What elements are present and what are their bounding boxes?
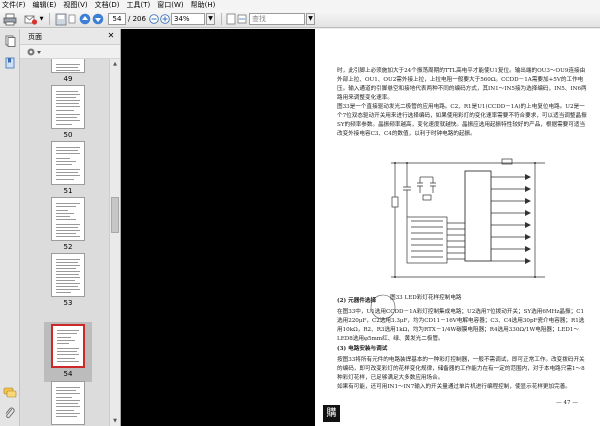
scrollbar-thumb[interactable] <box>111 197 119 233</box>
page-number-input[interactable]: 54 <box>108 13 126 25</box>
thumbnail-50[interactable]: 50 <box>48 85 88 139</box>
paragraph-4: 按图33将所有元件的电路装焊基本的一种彩灯控制器，一般不需调试，即可正常工作。改… <box>337 357 585 381</box>
paragraph-5: 如果有可能，还可用IN1～IN7输入的开关量通过单片机进行编程控制，使显示花样更… <box>337 384 571 390</box>
email-button[interactable] <box>24 12 38 26</box>
paragraph-2: 图33是一个直接驱动发光二极管的应用电路。C2、R1是U1(CCDD－1A)的上… <box>337 104 587 137</box>
thumbnail-51[interactable]: 51 <box>48 141 88 195</box>
next-page-button[interactable] <box>92 12 104 26</box>
find-input[interactable]: 查找 <box>249 13 305 25</box>
attachments-icon[interactable] <box>3 407 17 419</box>
paragraph-3: 在图33中，U1选用CCDD－1A彩灯控制集成电路；U2选用7位拨动开关；SY选… <box>337 309 585 342</box>
thumbnail-image <box>51 197 85 241</box>
thumbnail-label: 53 <box>63 299 73 307</box>
document-background <box>121 29 315 426</box>
zoom-in-icon <box>160 14 170 24</box>
thumbnail-52[interactable]: 52 <box>48 197 88 251</box>
nav-up-icon <box>79 13 91 25</box>
menu-help[interactable]: 帮助(H) <box>191 0 216 10</box>
menu-view[interactable]: 视图(V) <box>63 0 87 10</box>
thumbnail-image <box>51 253 85 297</box>
thumb-button[interactable] <box>68 12 76 26</box>
scroll-down-icon[interactable]: ▼ <box>111 417 119 425</box>
thumbnail-label: 52 <box>63 243 73 251</box>
thumbnail-image <box>51 59 85 73</box>
save-button[interactable] <box>54 12 68 26</box>
zoom-level-input[interactable]: 34% <box>171 13 205 25</box>
page-number: — 47 — <box>556 400 578 406</box>
thumbnail-list: 49 50 51 52 53 54 <box>20 59 110 426</box>
save-icon <box>55 13 67 25</box>
page-total-label: / 206 <box>128 15 146 23</box>
menu-document[interactable]: 文档(D) <box>95 0 120 10</box>
thumbnail-54[interactable]: 54 <box>48 324 88 378</box>
options-icon[interactable] <box>26 47 42 57</box>
email-dropdown[interactable]: ▼ <box>38 12 45 26</box>
thumbnail-image <box>51 85 85 129</box>
fit-page-icon <box>226 13 236 25</box>
thumbnail-image <box>51 324 85 368</box>
zoom-dropdown[interactable]: ▼ <box>206 13 215 25</box>
thumbnail-55[interactable]: 55 <box>48 381 88 426</box>
paragraph-1: 时，此引脚上必须施加大于24个振荡周期的TTL高电平才能使U1复位。输出端的OU… <box>337 68 587 101</box>
menu-file[interactable]: 文件(F) <box>2 0 26 10</box>
thumbnail-image <box>51 381 85 425</box>
thumbnail-scrollbar[interactable]: ▲ ▼ <box>109 59 120 426</box>
comments-icon[interactable] <box>3 387 17 399</box>
fit-page-button[interactable] <box>226 12 236 26</box>
print-icon <box>3 13 17 25</box>
thumbnail-label: 50 <box>63 131 73 139</box>
menu-edit[interactable]: 编辑(E) <box>33 0 57 10</box>
nav-down-icon <box>92 13 104 25</box>
zoom-out-icon <box>149 14 159 24</box>
toolbar: ▼ 54 / 206 34% ▼ 查找 ▼ <box>0 10 600 28</box>
find-dropdown[interactable]: ▼ <box>306 13 315 25</box>
menu-window[interactable]: 窗口(W) <box>157 0 183 10</box>
thumbnail-label: 54 <box>63 370 73 378</box>
menu-tools[interactable]: 工具(T) <box>127 0 151 10</box>
page-thumb-icon <box>68 14 76 24</box>
thumbnail-49[interactable]: 49 <box>48 59 88 83</box>
circuit-diagram <box>391 158 545 278</box>
thumbnail-label: 51 <box>63 187 73 195</box>
close-icon[interactable]: ✕ <box>106 31 116 41</box>
email-icon <box>24 15 38 25</box>
thumbnail-image <box>51 141 85 185</box>
menu-bar: 文件(F) 编辑(E) 视图(V) 文档(D) 工具(T) 窗口(W) 帮助(H… <box>0 0 600 10</box>
thumbnail-label: 49 <box>63 75 73 83</box>
pages-icon[interactable] <box>4 35 16 47</box>
pages-panel-title: 页面 <box>28 33 42 41</box>
pages-panel-header: 页面 ✕ <box>20 29 120 45</box>
toolbar-divider <box>48 13 50 25</box>
pages-panel-toolbar <box>20 45 120 59</box>
zoom-in-button[interactable] <box>160 12 170 26</box>
fit-width-button[interactable] <box>237 12 247 26</box>
scroll-up-icon[interactable]: ▲ <box>111 60 119 68</box>
toolbar-divider <box>220 13 222 25</box>
navigation-rail <box>0 29 20 426</box>
zoom-out-button[interactable] <box>149 12 159 26</box>
print-button[interactable] <box>3 12 17 26</box>
previous-page-button[interactable] <box>79 12 91 26</box>
document-page[interactable]: 时，此引脚上必须施加大于24个振荡周期的TTL高电平才能使U1复位。输出端的OU… <box>315 29 600 426</box>
thumbnail-53[interactable]: 53 <box>48 253 88 307</box>
section-heading-assembly: (3) 电路安装与调试 <box>337 346 388 352</box>
stamp-seal: 購 <box>323 405 340 422</box>
section-heading-components: (2) 元器件选择 <box>337 298 377 304</box>
pages-panel: 页面 ✕ 49 50 51 52 53 54 ▲ ▼ <box>20 29 121 426</box>
fit-width-icon <box>237 14 247 24</box>
bookmarks-icon[interactable] <box>4 57 16 69</box>
